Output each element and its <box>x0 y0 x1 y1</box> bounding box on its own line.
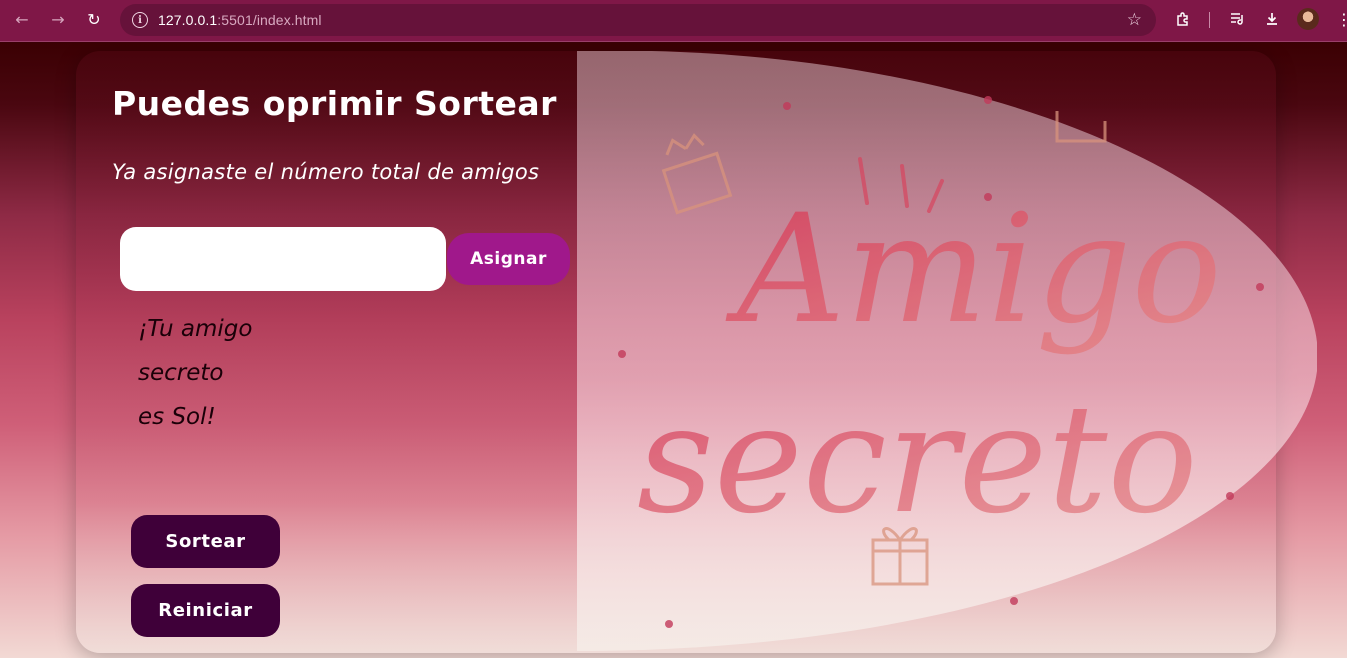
illustration-secreto-text: secreto <box>637 373 1198 547</box>
assign-button[interactable]: Asignar <box>447 233 570 285</box>
browser-toolbar: ← → ↻ i 127.0.0.1:5501/index.html ☆ ⋮ <box>0 0 1347 42</box>
illustration-amigo-text: Amigo <box>725 183 1222 357</box>
avatar-icon[interactable] <box>1297 8 1319 30</box>
toolbar-divider <box>1209 12 1210 28</box>
friend-name-input[interactable] <box>120 227 446 291</box>
puzzle-icon[interactable] <box>1172 8 1194 30</box>
reset-button[interactable]: Reiniciar <box>131 584 280 637</box>
media-control-icon[interactable] <box>1226 8 1248 30</box>
result-line: es Sol! <box>138 404 216 430</box>
url-path: :5501/index.html <box>217 12 322 28</box>
page-subtitle: Ya asignaste el número total de amigos <box>112 160 540 184</box>
kebab-menu-icon[interactable]: ⋮ <box>1333 8 1347 30</box>
page-title: Puedes oprimir Sortear <box>112 84 557 123</box>
star-icon[interactable]: ☆ <box>1127 10 1142 30</box>
arrow-left-icon[interactable]: ← <box>8 5 36 33</box>
url-text[interactable]: 127.0.0.1:5501/index.html <box>158 12 322 28</box>
result-list: ¡Tu amigo secreto es Sol! <box>138 307 278 439</box>
result-line: ¡Tu amigo <box>138 316 253 342</box>
info-icon[interactable]: i <box>132 12 148 28</box>
address-bar[interactable]: i 127.0.0.1:5501/index.html ☆ <box>120 4 1156 36</box>
draw-button[interactable]: Sortear <box>131 515 280 568</box>
result-line: secreto <box>138 360 224 386</box>
arrow-right-icon[interactable]: → <box>44 5 72 33</box>
url-host: 127.0.0.1 <box>158 12 218 28</box>
amigo-secreto-illustration: Amigo secreto <box>577 51 1317 653</box>
download-icon[interactable] <box>1261 8 1283 30</box>
reload-icon[interactable]: ↻ <box>80 5 108 33</box>
